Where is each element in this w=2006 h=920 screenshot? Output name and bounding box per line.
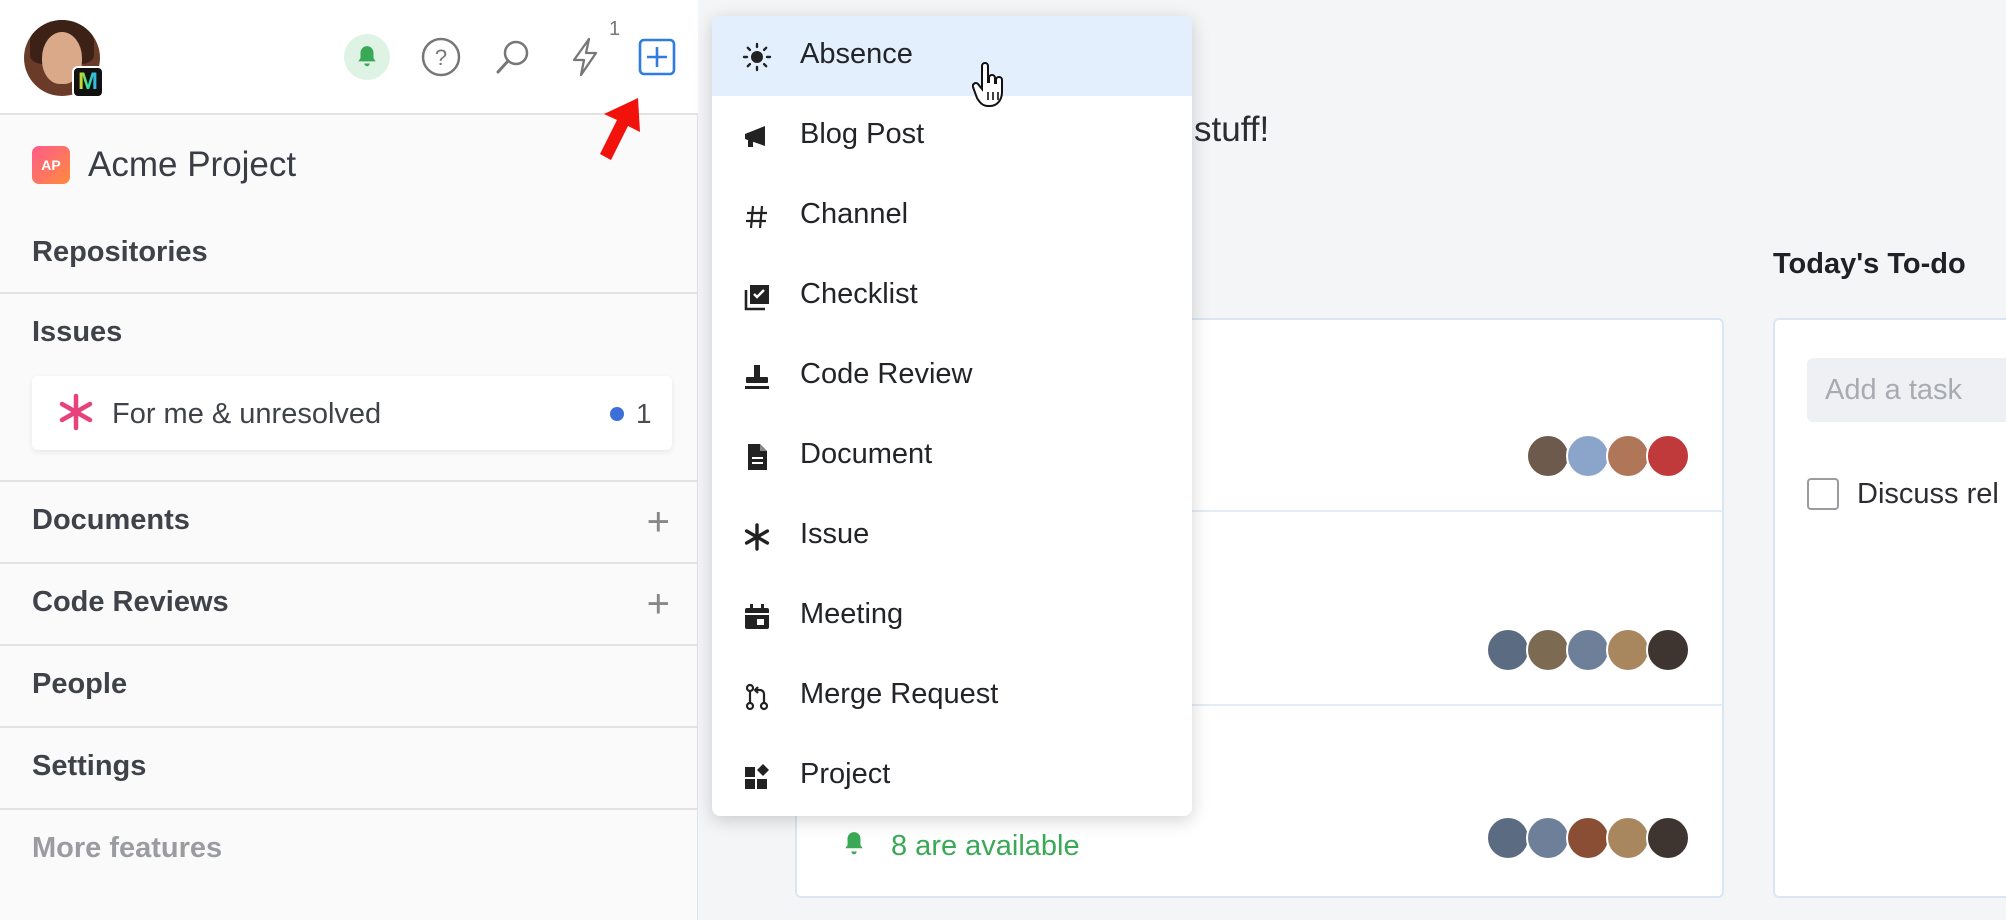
menu-item-label: Document	[800, 438, 933, 470]
avatar	[1566, 628, 1610, 672]
avatar	[1486, 628, 1530, 672]
menu-item-blog-post[interactable]: Blog Post	[712, 96, 1192, 176]
avatar	[1646, 816, 1690, 860]
project-name: Acme Project	[88, 145, 297, 184]
megaphone-icon	[742, 122, 772, 152]
menu-item-document[interactable]: Document	[712, 416, 1192, 496]
menu-item-issue[interactable]: Issue	[712, 496, 1192, 576]
nav-label: Documents	[32, 504, 190, 536]
project-logo: AP	[32, 146, 70, 184]
add-task-input[interactable]	[1807, 358, 2006, 422]
add-code-review-button[interactable]: +	[647, 584, 670, 624]
menu-item-label: Checklist	[800, 278, 918, 310]
avatar	[1526, 816, 1570, 860]
project-header[interactable]: AP Acme Project	[32, 145, 296, 185]
participant-avatars	[1486, 816, 1690, 860]
greeting-text: stuff!	[1194, 110, 1270, 149]
nav-label: Settings	[32, 750, 147, 782]
avatar	[1606, 434, 1650, 478]
menu-item-code-review[interactable]: Code Review	[712, 336, 1192, 416]
menu-item-channel[interactable]: Channel	[712, 176, 1192, 256]
unread-dot-icon	[610, 407, 624, 421]
availability-text: 8 are available	[891, 830, 1080, 862]
nav-code-reviews[interactable]: Code Reviews +	[0, 564, 698, 646]
task-checkbox[interactable]	[1807, 478, 1839, 510]
menu-item-absence[interactable]: Absence	[712, 16, 1192, 96]
filter-label: For me & unresolved	[112, 398, 382, 430]
nav-more-features[interactable]: More features	[0, 810, 698, 892]
sidebar: M ? 1 AP Acme Project Repositories Issue…	[0, 0, 698, 920]
nav-label: More features	[32, 832, 223, 864]
search-icon[interactable]	[490, 34, 536, 80]
avatar	[1606, 816, 1650, 860]
nav-issues[interactable]: Issues For me & unresolved 1	[0, 294, 698, 482]
avatar	[1606, 628, 1650, 672]
menu-item-merge-request[interactable]: Merge Request	[712, 656, 1192, 736]
checklist-icon	[742, 282, 772, 312]
help-icon[interactable]: ?	[418, 34, 464, 80]
participant-avatars	[1486, 628, 1690, 672]
red-arrow-annotation-icon	[600, 98, 640, 160]
nav-label: People	[32, 668, 128, 700]
avatar	[1646, 434, 1690, 478]
menu-item-meeting[interactable]: Meeting	[712, 576, 1192, 656]
avatar	[1526, 628, 1570, 672]
todo-title: Today's To-do	[1773, 248, 1966, 280]
hash-icon	[742, 202, 772, 232]
create-new-button[interactable]	[634, 34, 680, 80]
nav-documents[interactable]: Documents +	[0, 482, 698, 564]
avatar	[1486, 816, 1530, 860]
asterisk-icon	[58, 392, 94, 437]
calendar-icon	[742, 602, 772, 632]
menu-item-label: Channel	[800, 198, 909, 230]
hand-pointer-cursor-icon	[972, 62, 1003, 107]
availability-status: 8 are available	[841, 830, 1080, 863]
stamp-icon	[742, 362, 772, 392]
sun-icon	[742, 42, 772, 72]
add-document-button[interactable]: +	[647, 502, 670, 542]
menu-item-label: Issue	[800, 518, 870, 550]
task-label: Discuss rel	[1857, 478, 1999, 510]
menu-item-project[interactable]: Project	[712, 736, 1192, 816]
menu-item-label: Code Review	[800, 358, 973, 390]
menu-item-checklist[interactable]: Checklist	[712, 256, 1192, 336]
nav-label: Issues	[32, 316, 123, 348]
document-icon	[742, 442, 772, 472]
nav-people[interactable]: People	[0, 646, 698, 728]
issues-filter-for-me-unresolved[interactable]: For me & unresolved 1	[32, 376, 672, 450]
bell-icon	[841, 830, 867, 863]
notification-count: 1	[609, 18, 621, 40]
menu-item-label: Meeting	[800, 598, 904, 630]
avatar	[1646, 628, 1690, 672]
nav-label: Code Reviews	[32, 586, 229, 618]
avatar	[1566, 434, 1610, 478]
menu-item-label: Absence	[800, 38, 913, 70]
menu-item-label: Blog Post	[800, 118, 925, 150]
menu-item-label: Merge Request	[800, 678, 999, 710]
merge-request-icon	[742, 682, 772, 712]
nav-settings[interactable]: Settings	[0, 728, 698, 810]
nav-label: Repositories	[32, 236, 208, 268]
notifications-bell-icon[interactable]	[344, 34, 390, 80]
lightning-icon[interactable]	[562, 34, 608, 80]
asterisk-icon	[742, 522, 772, 552]
project-icon	[742, 762, 772, 792]
svg-text:?: ?	[435, 45, 447, 70]
app-logo-icon: M	[72, 66, 104, 98]
menu-item-label: Project	[800, 758, 891, 790]
nav-repositories[interactable]: Repositories	[0, 214, 698, 294]
filter-count: 1	[636, 398, 652, 429]
avatar	[1566, 816, 1610, 860]
create-new-menu: Absence Blog Post Channel Checklist Code…	[712, 16, 1192, 816]
top-toolbar: M ? 1	[0, 0, 698, 160]
avatar	[1526, 434, 1570, 478]
todo-card: Discuss rel	[1773, 318, 2006, 898]
participant-avatars	[1526, 434, 1690, 478]
